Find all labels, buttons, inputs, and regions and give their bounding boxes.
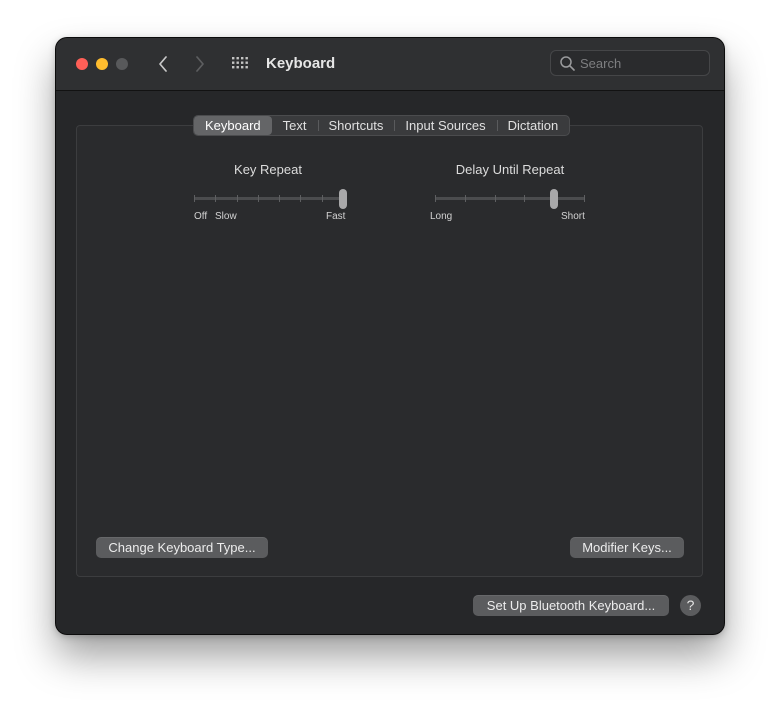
zoom-window-button[interactable] — [116, 58, 128, 70]
change-keyboard-type-button[interactable]: Change Keyboard Type... — [96, 537, 268, 558]
key-repeat-tick — [237, 195, 238, 202]
keyboard-preferences-window: Keyboard Keyboard Text Shortcuts Input S… — [56, 38, 724, 634]
delay-until-repeat-track[interactable] — [435, 197, 585, 200]
delay-long-label: Long — [430, 211, 453, 222]
key-repeat-tick — [258, 195, 259, 202]
show-all-button[interactable] — [231, 56, 251, 72]
preference-tabs: Keyboard Text Shortcuts Input Sources Di… — [193, 115, 571, 136]
key-repeat-tick — [279, 195, 280, 202]
delay-until-repeat-tick — [465, 195, 466, 202]
tab-input-sources[interactable]: Input Sources — [394, 116, 496, 135]
help-button[interactable]: ? — [680, 595, 701, 616]
title-bar: Keyboard — [56, 38, 724, 91]
back-button[interactable] — [151, 52, 175, 76]
key-repeat-tick — [300, 195, 301, 202]
window-title: Keyboard — [266, 55, 336, 72]
delay-until-repeat-tick — [584, 195, 585, 202]
minimize-window-button[interactable] — [96, 58, 108, 70]
key-repeat-off-label: Off — [194, 211, 208, 222]
key-repeat-title: Key Repeat — [234, 162, 302, 177]
keyboard-settings-panel — [76, 125, 703, 577]
key-repeat-slow-label: Slow — [215, 211, 237, 222]
delay-short-label: Short — [561, 211, 585, 222]
key-repeat-tick — [215, 195, 216, 202]
chevron-left-icon — [159, 56, 167, 72]
tab-shortcuts[interactable]: Shortcuts — [317, 116, 395, 135]
delay-until-repeat-tick — [524, 195, 525, 202]
search-input[interactable] — [580, 54, 700, 72]
tab-keyboard[interactable]: Keyboard — [194, 116, 272, 135]
key-repeat-fast-label: Fast — [326, 211, 346, 222]
set-up-bluetooth-keyboard-button[interactable]: Set Up Bluetooth Keyboard... — [473, 595, 669, 616]
key-repeat-tick — [194, 195, 195, 202]
search-icon — [560, 56, 575, 71]
tab-dictation[interactable]: Dictation — [496, 116, 570, 135]
delay-until-repeat-title: Delay Until Repeat — [455, 162, 565, 177]
forward-button[interactable] — [188, 52, 212, 76]
delay-until-repeat-knob[interactable] — [550, 189, 558, 209]
search-field[interactable] — [550, 50, 710, 76]
chevron-right-icon — [196, 56, 204, 72]
key-repeat-tick — [322, 195, 323, 202]
tab-text[interactable]: Text — [272, 116, 318, 135]
key-repeat-knob[interactable] — [339, 189, 347, 209]
delay-until-repeat-tick — [495, 195, 496, 202]
delay-until-repeat-tick — [435, 195, 436, 202]
modifier-keys-button[interactable]: Modifier Keys... — [570, 537, 684, 558]
close-window-button[interactable] — [76, 58, 88, 70]
show-all-grid-icon — [232, 57, 248, 69]
